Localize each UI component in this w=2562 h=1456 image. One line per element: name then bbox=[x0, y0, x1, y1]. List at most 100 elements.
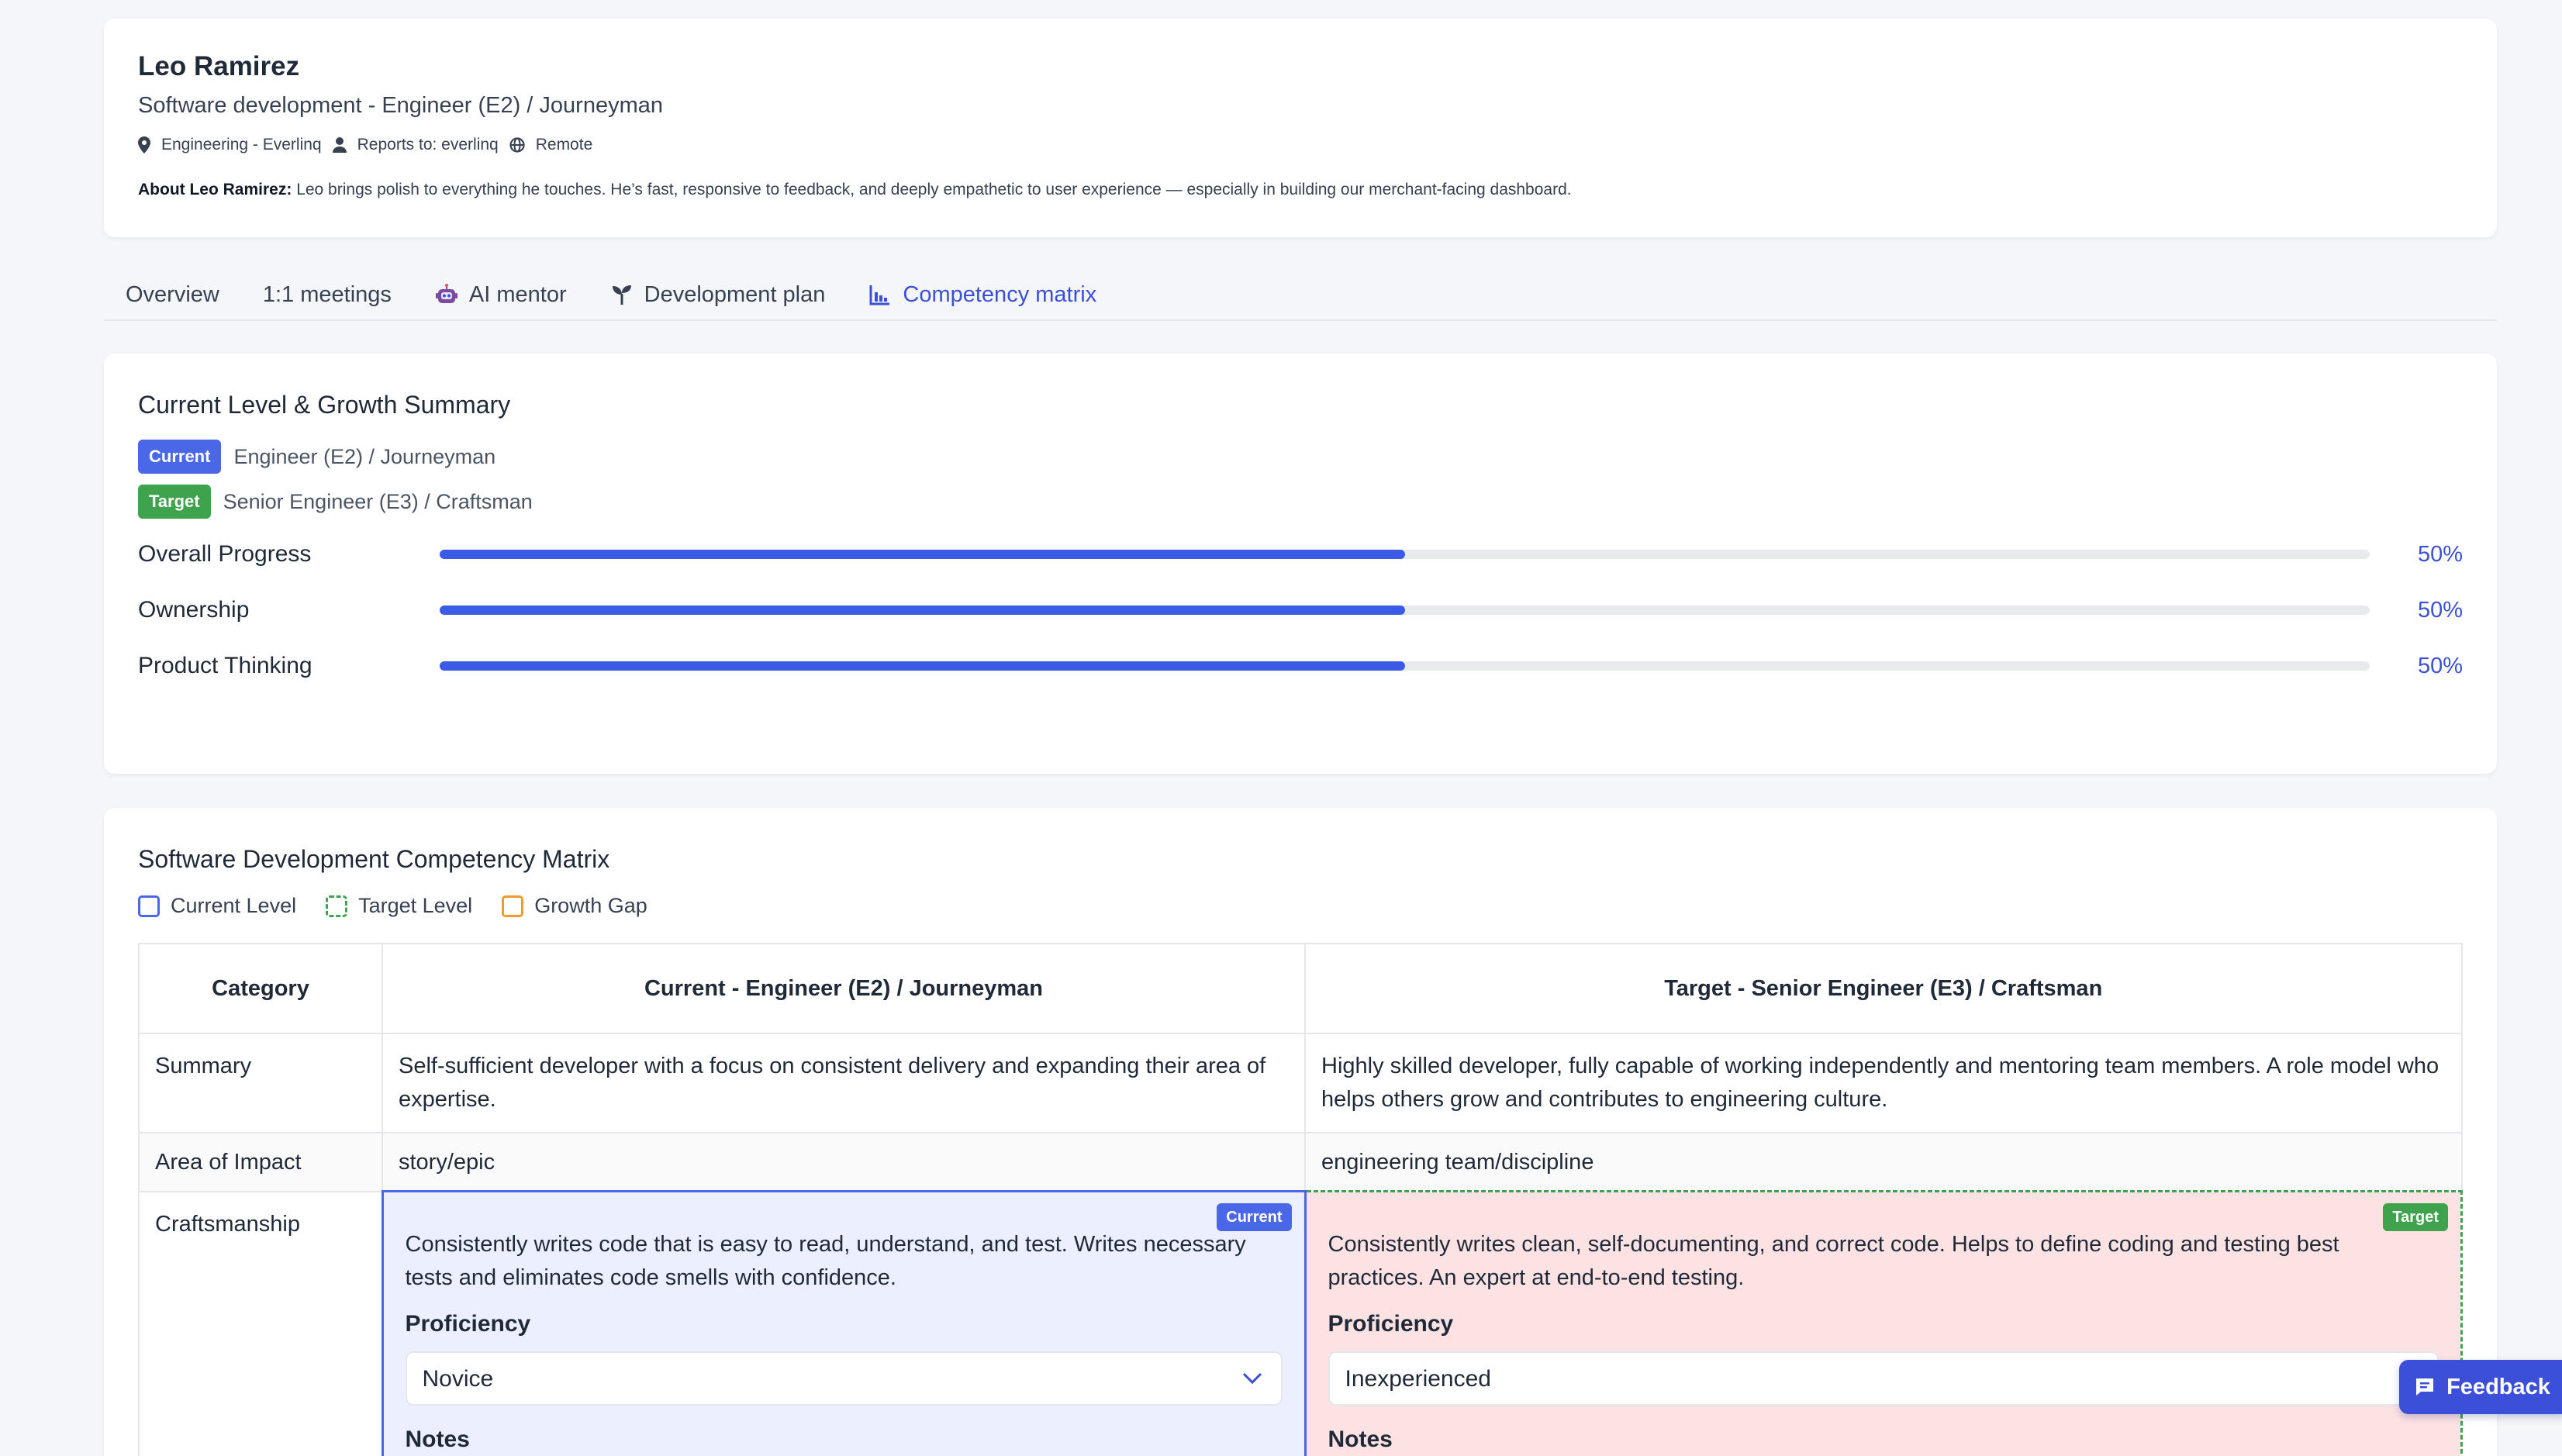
progress-row-ownership: Ownership 50% bbox=[138, 582, 2463, 638]
progress-value: 50% bbox=[2417, 597, 2463, 623]
reports-to-text: Reports to: everlinq bbox=[357, 136, 499, 154]
page: Leo Ramirez Software development - Engin… bbox=[104, 19, 2497, 1456]
craftsmanship-current-text: Consistently writes code that is easy to… bbox=[405, 1232, 1246, 1290]
select-value: Novice bbox=[422, 1365, 494, 1392]
growth-summary-card: Current Level & Growth Summary Current E… bbox=[104, 354, 2497, 774]
notes-label: Notes bbox=[405, 1427, 470, 1452]
profile-role: Software development - Engineer (E2) / J… bbox=[138, 93, 664, 118]
header-current: Current - Engineer (E2) / Journeyman bbox=[382, 943, 1306, 1034]
proficiency-label: Proficiency bbox=[405, 1311, 531, 1337]
progress-value: 50% bbox=[2417, 541, 2463, 567]
sprout-icon bbox=[610, 283, 644, 306]
select-value: Inexperienced bbox=[1345, 1365, 1491, 1392]
legend-current: Current Level bbox=[138, 894, 296, 918]
matrix-legend: Current Level Target Level Growth Gap bbox=[138, 894, 2463, 918]
tab-label: Overview bbox=[126, 281, 219, 307]
person-icon bbox=[332, 137, 357, 153]
progress-label: Ownership bbox=[138, 597, 250, 623]
about-label: About Leo Ramirez: bbox=[138, 181, 292, 198]
tab-bar: Overview 1:1 meetings AI mentor Developm… bbox=[104, 270, 2497, 321]
competency-matrix-card: Software Development Competency Matrix C… bbox=[104, 808, 2497, 1456]
target-proficiency-select[interactable]: Inexperienced bbox=[1328, 1351, 2439, 1406]
department-text: Engineering - Everlinq bbox=[161, 136, 322, 154]
tab-1-1-meetings[interactable]: 1:1 meetings bbox=[263, 269, 392, 320]
globe-icon bbox=[509, 137, 536, 153]
header-category: Category bbox=[138, 943, 383, 1034]
chevron-down-icon bbox=[1242, 1372, 1262, 1385]
craftsmanship-target-text: Consistently writes clean, self-document… bbox=[1328, 1232, 2339, 1290]
feedback-button[interactable]: Feedback bbox=[2399, 1360, 2562, 1414]
progress-track bbox=[440, 606, 2370, 615]
summary-title: Current Level & Growth Summary bbox=[138, 391, 511, 419]
profile-name: Leo Ramirez bbox=[138, 51, 300, 81]
meta-location: Remote bbox=[509, 136, 593, 154]
current-badge: Current bbox=[138, 440, 222, 474]
row-category: Craftsmanship bbox=[138, 1190, 383, 1456]
location-text: Remote bbox=[535, 136, 593, 154]
progress-track bbox=[440, 550, 2370, 559]
progress-row-overall: Overall Progress 50% bbox=[138, 526, 2463, 582]
row-target-value: Highly skilled developer, fully capable … bbox=[1304, 1033, 2463, 1133]
legend-target: Target Level bbox=[326, 894, 472, 918]
row-category: Area of Impact bbox=[138, 1132, 383, 1192]
row-category: Summary bbox=[138, 1033, 383, 1133]
profile-card: Leo Ramirez Software development - Engin… bbox=[104, 19, 2497, 237]
progress-fill bbox=[440, 606, 1405, 615]
table-row: Area of Impact story/epic engineering te… bbox=[138, 1132, 2463, 1192]
current-swatch-icon bbox=[138, 895, 160, 917]
profile-meta: Engineering - Everlinq Reports to: everl… bbox=[138, 136, 2463, 154]
progress-track bbox=[440, 661, 2370, 671]
craftsmanship-target-cell: Target Consistently writes clean, self-d… bbox=[1303, 1190, 2463, 1456]
header-target: Target - Senior Engineer (E3) / Craftsma… bbox=[1304, 943, 2463, 1034]
competency-table: Category Current - Engineer (E2) / Journ… bbox=[138, 943, 2463, 1456]
tab-label: Development plan bbox=[644, 281, 826, 307]
progress-row-product-thinking: Product Thinking 50% bbox=[138, 638, 2463, 694]
meta-department: Engineering - Everlinq bbox=[138, 136, 322, 154]
progress-value: 50% bbox=[2417, 653, 2463, 678]
target-badge: Target bbox=[138, 485, 211, 519]
progress-fill bbox=[440, 550, 1405, 559]
tab-overview[interactable]: Overview bbox=[126, 269, 219, 320]
current-level-row: Current Engineer (E2) / Journeyman bbox=[138, 440, 2463, 474]
current-proficiency-select[interactable]: Novice bbox=[405, 1351, 1283, 1406]
tab-label: 1:1 meetings bbox=[262, 281, 392, 307]
craftsmanship-current-cell: Current Consistently writes code that is… bbox=[381, 1190, 1307, 1456]
progress-label: Product Thinking bbox=[138, 653, 312, 678]
tab-development-plan[interactable]: Development plan bbox=[610, 269, 826, 320]
table-row: Craftsmanship Current Consistently write… bbox=[138, 1190, 2463, 1456]
target-level-row: Target Senior Engineer (E3) / Craftsman bbox=[138, 485, 2463, 519]
progress-label: Overall Progress bbox=[138, 541, 312, 567]
table-row: Summary Self-sufficient developer with a… bbox=[138, 1033, 2463, 1133]
tab-ai-mentor[interactable]: AI mentor bbox=[435, 269, 567, 320]
target-swatch-icon bbox=[326, 895, 348, 917]
table-header-row: Category Current - Engineer (E2) / Journ… bbox=[138, 943, 2463, 1034]
legend-gap: Growth Gap bbox=[502, 894, 647, 918]
progress-fill bbox=[440, 661, 1405, 671]
target-level-text: Senior Engineer (E3) / Craftsman bbox=[223, 489, 533, 513]
legend-label: Target Level bbox=[358, 894, 473, 917]
chat-icon bbox=[2414, 1376, 2446, 1398]
tab-label: Competency matrix bbox=[903, 281, 1097, 307]
row-current-value: Self-sufficient developer with a focus o… bbox=[382, 1033, 1306, 1133]
cell-target-badge: Target bbox=[2383, 1203, 2448, 1231]
legend-label: Current Level bbox=[171, 894, 297, 917]
row-target-value: engineering team/discipline bbox=[1304, 1132, 2463, 1192]
matrix-title: Software Development Competency Matrix bbox=[138, 845, 610, 873]
current-level-text: Engineer (E2) / Journeyman bbox=[233, 444, 496, 468]
about-text: Leo brings polish to everything he touch… bbox=[296, 181, 1572, 198]
robot-icon bbox=[435, 283, 469, 306]
cell-current-badge: Current bbox=[1217, 1203, 1292, 1231]
meta-reports-to: Reports to: everlinq bbox=[332, 136, 499, 154]
progress-list: Overall Progress 50% Ownership 50% Produ… bbox=[138, 526, 2463, 694]
bar-chart-icon bbox=[868, 283, 903, 306]
profile-about: About Leo Ramirez: Leo brings polish to … bbox=[138, 181, 2463, 199]
row-current-value: story/epic bbox=[382, 1132, 1306, 1192]
feedback-label: Feedback bbox=[2446, 1374, 2550, 1399]
gap-swatch-icon bbox=[502, 895, 524, 917]
tab-competency-matrix[interactable]: Competency matrix bbox=[868, 269, 1096, 320]
proficiency-label: Proficiency bbox=[1328, 1311, 1454, 1337]
location-pin-icon bbox=[138, 136, 161, 154]
legend-label: Growth Gap bbox=[534, 894, 647, 917]
notes-label: Notes bbox=[1328, 1427, 1393, 1452]
tab-label: AI mentor bbox=[468, 281, 567, 307]
